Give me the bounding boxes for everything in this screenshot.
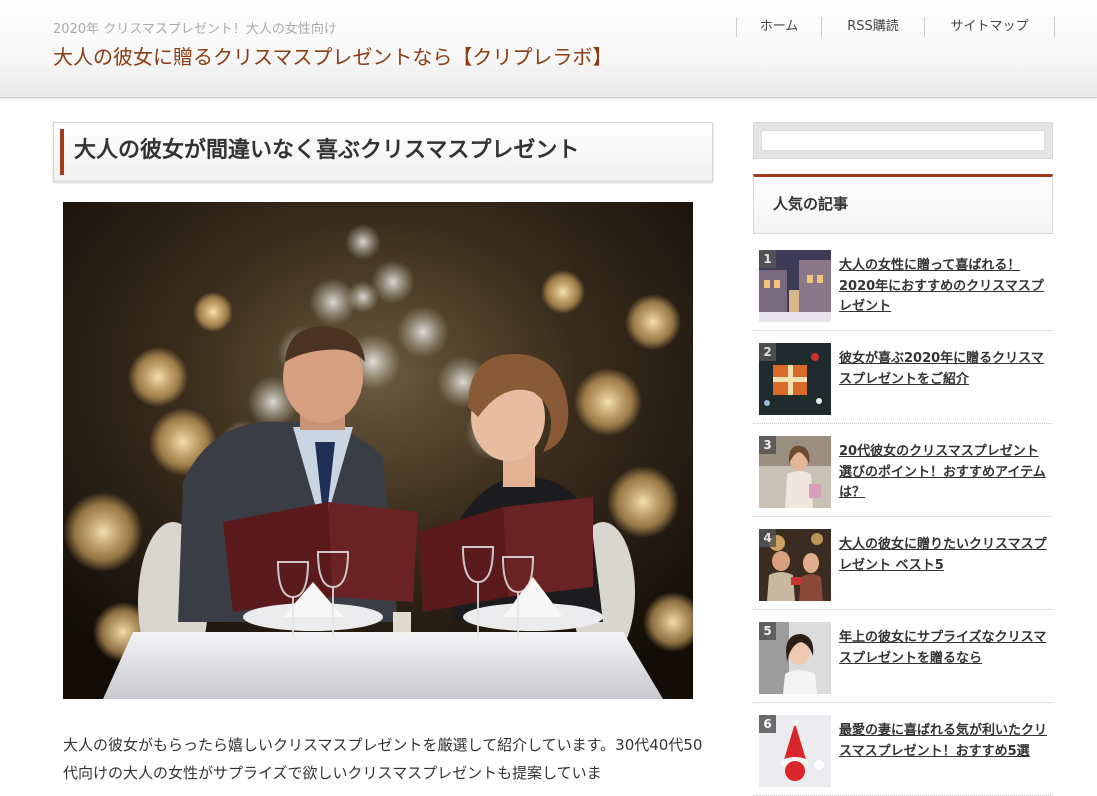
heading-accent-bar <box>60 129 64 175</box>
popular-post-title[interactable]: 最愛の妻に喜ばれる気が利いたクリスマスプレゼント！おすすめ5選 <box>839 721 1049 762</box>
popular-post-item[interactable]: 5 年上の彼女にサプライズなクリスマスプレゼントを贈るなら <box>753 612 1053 703</box>
post-thumbnail[interactable]: 1 <box>759 250 831 322</box>
post-thumbnail[interactable]: 3 <box>759 436 831 508</box>
search-widget <box>753 122 1053 159</box>
nav-home-link[interactable]: ホーム <box>736 17 821 37</box>
popular-posts-heading: 人気の記事 <box>753 174 1053 234</box>
post-thumbnail[interactable]: 4 <box>759 529 831 601</box>
rank-badge: 5 <box>759 622 776 640</box>
site-tagline: 2020年 クリスマスプレゼント！大人の女性向け <box>53 22 337 37</box>
global-nav: ホーム RSS購読 サイトマップ <box>736 17 1055 37</box>
rank-badge: 4 <box>759 529 776 547</box>
dinner-couple-illustration <box>63 202 693 699</box>
rank-badge: 1 <box>759 250 776 268</box>
popular-post-item[interactable]: 3 20代彼女のクリスマスプレゼント選びのポイント！おすすめアイテムは？ <box>753 426 1053 517</box>
site-title-link[interactable]: 大人の彼女に贈るクリスマスプレゼントなら【クリプレラボ】 <box>53 41 612 70</box>
rank-badge: 2 <box>759 343 776 361</box>
post-thumbnail[interactable]: 6 <box>759 715 831 787</box>
popular-post-item[interactable]: 1 大人の女性に贈って喜ばれる！2020年におすすめのクリスマスプレゼント <box>753 240 1053 331</box>
nav-sitemap-link[interactable]: サイトマップ <box>924 17 1055 37</box>
page-heading-box: 大人の彼女が間違いなく喜ぶクリスマスプレゼント <box>53 122 713 182</box>
rank-badge: 3 <box>759 436 776 454</box>
popular-post-item[interactable]: 2 彼女が喜ぶ2020年に贈るクリスマスプレゼントをご紹介 <box>753 333 1053 424</box>
popular-post-item[interactable]: 6 最愛の妻に喜ばれる気が利いたクリスマスプレゼント！おすすめ5選 <box>753 705 1053 796</box>
popular-post-title[interactable]: 20代彼女のクリスマスプレゼント選びのポイント！おすすめアイテムは？ <box>839 442 1049 504</box>
post-thumbnail[interactable]: 2 <box>759 343 831 415</box>
nav-rss-link[interactable]: RSS購読 <box>821 17 924 37</box>
popular-post-title[interactable]: 大人の彼女に贈りたいクリスマスプレゼント ベスト5 <box>839 535 1049 576</box>
popular-post-item[interactable]: 4 大人の彼女に贈りたいクリスマスプレゼント ベスト5 <box>753 519 1053 610</box>
rank-badge: 6 <box>759 715 776 733</box>
page-title: 大人の彼女が間違いなく喜ぶクリスマスプレゼント <box>74 138 580 163</box>
popular-post-title[interactable]: 彼女が喜ぶ2020年に贈るクリスマスプレゼントをご紹介 <box>839 349 1049 390</box>
intro-text: 大人の彼女がもらったら嬉しいクリスマスプレゼントを厳選して紹介しています。30代… <box>63 736 703 782</box>
popular-posts-title: 人気の記事 <box>773 195 849 213</box>
search-input[interactable] <box>761 130 1045 151</box>
post-thumbnail[interactable]: 5 <box>759 622 831 694</box>
site-header: 2020年 クリスマスプレゼント！大人の女性向け 大人の彼女に贈るクリスマスプレ… <box>0 0 1097 98</box>
popular-post-title[interactable]: 年上の彼女にサプライズなクリスマスプレゼントを贈るなら <box>839 628 1049 669</box>
hero-image <box>63 202 693 699</box>
popular-post-title[interactable]: 大人の女性に贈って喜ばれる！2020年におすすめのクリスマスプレゼント <box>839 256 1049 318</box>
